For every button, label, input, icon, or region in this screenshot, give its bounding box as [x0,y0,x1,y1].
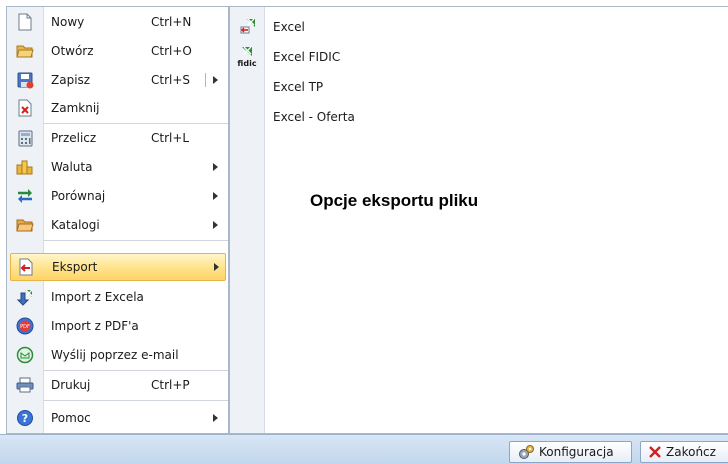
bottom-bar: Konfiguracja Zakończ [0,434,728,464]
menu-item-shortcut: Ctrl+P [151,378,190,392]
exit-button[interactable]: Zakończ [640,441,728,463]
menu-item-label: Otwórz [51,44,94,58]
gears-icon [517,444,535,460]
submenu-item-excel-offer[interactable]: Excel - Oferta [230,102,530,132]
submenu-arrow-icon [213,192,218,200]
menu-item-help[interactable]: ? Pomoc [7,404,228,432]
coins-icon [7,153,43,181]
export-options-title: Opcje eksportu pliku [310,191,479,210]
submenu-arrow-icon [213,221,218,229]
menu-item-label: Wyślij poprzez e-mail [51,348,179,362]
menu-item-open[interactable]: Otwórz Ctrl+O [7,37,228,65]
excel-export-icon [230,12,264,42]
submenu-item-label: Excel FIDIC [273,50,341,64]
menu-item-label: Przelicz [51,131,97,145]
submenu-item-excel-fidic[interactable]: fidic Excel FIDIC [230,42,530,72]
split-separator [205,73,206,87]
import-excel-icon [7,283,43,311]
menu-item-recalculate[interactable]: Przelicz Ctrl+L [7,124,228,152]
submenu-item-excel[interactable]: Excel [230,12,530,42]
svg-text:?: ? [22,412,28,425]
close-document-icon [7,94,43,122]
menu-item-label: Import z Excela [51,290,144,304]
menu-separator [43,240,228,241]
configuration-button[interactable]: Konfiguracja [509,441,632,463]
submenu-arrow-icon [213,163,218,171]
menu-item-label: Katalogi [51,218,100,232]
menu-item-label: Porównaj [51,189,106,203]
menu-item-shortcut: Ctrl+S [151,73,191,87]
calculator-icon [7,124,43,152]
save-icon [7,66,43,94]
menu-item-import-pdf[interactable]: PDF Import z PDF'a [7,312,228,340]
export-submenu: Excel fidic Excel FIDIC Excel TP Excel -… [229,6,728,434]
menu-item-shortcut: Ctrl+O [151,44,192,58]
menu-item-label: Nowy [51,15,85,29]
submenu-arrow-icon [213,414,218,422]
fidic-icon: fidic [230,42,264,72]
menu-item-label: Pomoc [51,411,91,425]
menu-item-label: Waluta [51,160,93,174]
menu-item-label: Drukuj [51,378,91,392]
submenu-arrow-icon[interactable] [213,76,218,84]
fidic-icon-text: fidic [237,59,256,68]
export-icon [8,253,44,281]
menu-item-catalogs[interactable]: Katalogi [7,211,228,239]
menu-item-compare[interactable]: Porównaj [7,182,228,210]
menu-item-export[interactable]: Eksport [10,253,226,281]
printer-icon [7,371,43,399]
import-pdf-icon: PDF [7,312,43,340]
exit-label: Zakończ [666,445,716,459]
menu-item-label: Zapisz [51,73,91,87]
menu-item-shortcut: Ctrl+L [151,131,190,145]
open-folder-icon [7,37,43,65]
menu-item-import-excel[interactable]: Import z Excela [7,283,228,311]
close-icon [648,445,662,459]
menu-item-close[interactable]: Zamknij [7,94,228,122]
catalog-folder-icon [7,211,43,239]
menu-item-label: Zamknij [51,101,100,115]
submenu-item-label: Excel TP [273,80,324,94]
submenu-item-excel-tp[interactable]: Excel TP [230,72,530,102]
menu-item-label: Eksport [52,260,98,274]
submenu-item-label: Excel [273,20,305,34]
menu-item-print[interactable]: Drukuj Ctrl+P [7,371,228,399]
menu-separator [43,400,228,401]
application-menu: Nowy Ctrl+N Otwórz Ctrl+O Zapisz Ctrl+S … [6,6,229,434]
configuration-label: Konfiguracja [539,445,614,459]
menu-item-new[interactable]: Nowy Ctrl+N [7,8,228,36]
help-icon: ? [7,404,43,432]
email-icon [7,341,43,369]
menu-item-shortcut: Ctrl+N [151,15,192,29]
menu-item-save[interactable]: Zapisz Ctrl+S [7,66,228,94]
new-document-icon [7,8,43,36]
menu-item-currency[interactable]: Waluta [7,153,228,181]
compare-arrows-icon [7,182,43,210]
menu-item-label: Import z PDF'a [51,319,139,333]
submenu-item-label: Excel - Oferta [273,110,355,124]
menu-item-send-email[interactable]: Wyślij poprzez e-mail [7,341,228,369]
svg-text:PDF: PDF [20,324,30,330]
submenu-arrow-icon [214,263,219,271]
